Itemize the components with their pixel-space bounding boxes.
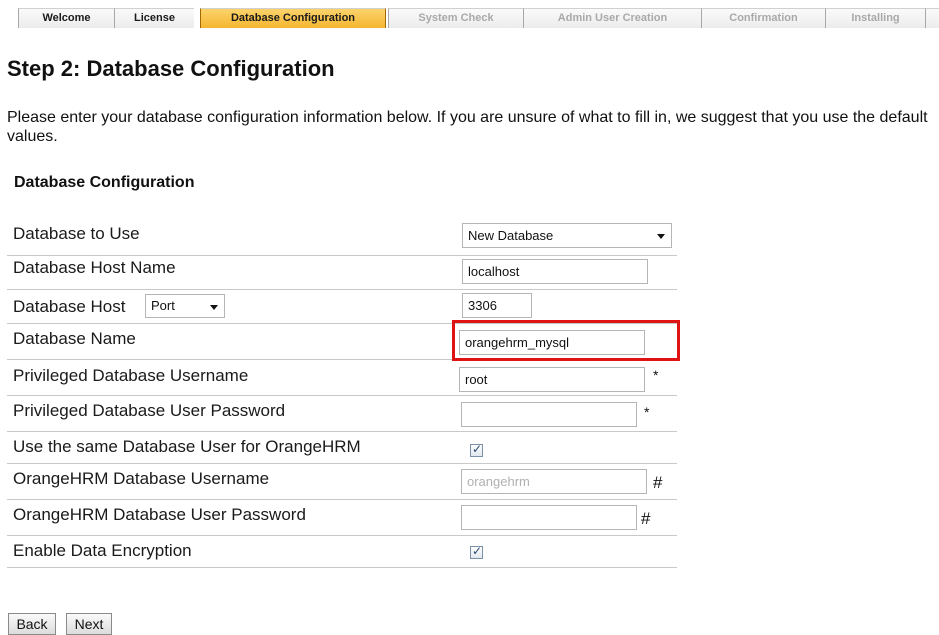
check-icon: ✓: [472, 544, 483, 558]
database-name-highlight: [452, 320, 680, 361]
row-enable-encryption: Enable Data Encryption ✓: [7, 536, 677, 568]
section-title: Database Configuration: [14, 174, 195, 191]
same-user-checkbox[interactable]: ✓: [470, 442, 483, 457]
host-port-type-select[interactable]: Port: [145, 294, 225, 318]
row-privileged-username: Privileged Database Username root *: [7, 360, 677, 396]
label-database-host: Database Host: [13, 297, 126, 316]
row-same-user: Use the same Database User for OrangeHRM…: [7, 432, 677, 464]
intro-text: Please enter your database configuration…: [7, 109, 928, 145]
database-to-use-value: New Database: [468, 228, 554, 243]
tab-installing[interactable]: Installing: [825, 8, 925, 28]
chevron-down-icon: [657, 234, 665, 239]
row-database-host-name: Database Host Name localhost: [7, 256, 677, 290]
tab-database-configuration[interactable]: Database Configuration: [200, 8, 386, 28]
host-port-type-value: Port: [151, 298, 175, 313]
wizard-tab-bar: Welcome License Database Configuration S…: [0, 8, 939, 28]
required-marker: #: [653, 473, 663, 492]
back-button[interactable]: Back: [8, 613, 56, 635]
tab-confirmation[interactable]: Confirmation: [701, 8, 825, 28]
ohrm-username-input[interactable]: orangehrm: [461, 469, 647, 494]
required-marker: #: [641, 509, 651, 528]
database-port-input[interactable]: 3306: [462, 293, 532, 318]
row-ohrm-password: OrangeHRM Database User Password #: [7, 500, 677, 536]
label-ohrm-username: OrangeHRM Database Username: [13, 469, 270, 488]
label-privileged-username: Privileged Database Username: [13, 366, 249, 385]
database-host-input[interactable]: localhost: [462, 259, 648, 284]
privileged-password-input[interactable]: [461, 402, 637, 427]
privileged-username-input[interactable]: root: [459, 367, 645, 392]
label-same-user: Use the same Database User for OrangeHRM: [13, 437, 361, 456]
database-to-use-select[interactable]: New Database: [462, 223, 672, 248]
tab-license[interactable]: License: [114, 8, 194, 28]
encryption-checkbox[interactable]: ✓: [470, 544, 483, 559]
row-ohrm-username: OrangeHRM Database Username orangehrm #: [7, 464, 677, 500]
next-button[interactable]: Next: [66, 613, 112, 635]
ohrm-password-input[interactable]: [461, 505, 637, 530]
label-privileged-password: Privileged Database User Password: [13, 401, 286, 420]
label-enable-encryption: Enable Data Encryption: [13, 541, 192, 560]
row-database-to-use: Database to Use New Database: [7, 222, 677, 256]
chevron-down-icon: [210, 305, 218, 310]
check-icon: ✓: [472, 442, 483, 456]
label-database-to-use: Database to Use: [13, 224, 140, 243]
tab-overflow: [925, 8, 939, 28]
label-database-name: Database Name: [13, 329, 136, 348]
tab-system-check[interactable]: System Check: [388, 8, 523, 28]
label-database-host-name: Database Host Name: [13, 258, 176, 277]
tab-admin-user-creation[interactable]: Admin User Creation: [523, 8, 701, 28]
tab-welcome[interactable]: Welcome: [18, 8, 114, 28]
required-marker: *: [644, 404, 650, 420]
required-marker: *: [653, 367, 659, 383]
row-privileged-password: Privileged Database User Password *: [7, 396, 677, 432]
label-ohrm-password: OrangeHRM Database User Password: [13, 505, 306, 524]
row-database-host-port: Database Host Port 3306: [7, 290, 677, 324]
page-title: Step 2: Database Configuration: [7, 56, 335, 81]
